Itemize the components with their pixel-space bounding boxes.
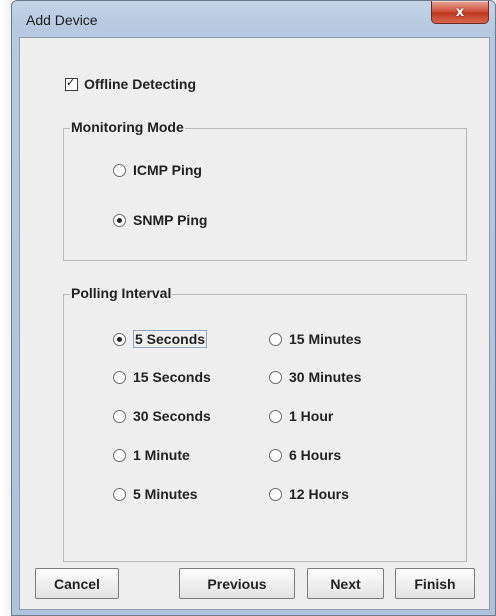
radio-label: SNMP Ping (133, 212, 208, 228)
radio-button-icon[interactable] (113, 409, 126, 423)
radio-15-minutes[interactable]: 15 Minutes (269, 329, 361, 349)
radio-button-icon[interactable] (269, 487, 282, 501)
radio-button-icon[interactable] (269, 448, 282, 462)
radio-5-minutes[interactable]: 5 Minutes (113, 484, 198, 504)
radio-15-seconds[interactable]: 15 Seconds (113, 367, 211, 387)
dialog-title: Add Device (26, 12, 98, 28)
add-device-dialog: Add Device x ✓ Offline Detecting Monitor… (11, 0, 496, 616)
next-button[interactable]: Next (307, 568, 384, 599)
radio-icmp-ping[interactable]: ICMP Ping (113, 160, 202, 180)
finish-button[interactable]: Finish (395, 568, 475, 599)
radio-label: 1 Minute (133, 447, 190, 463)
radio-label: 5 Seconds (133, 330, 208, 348)
offline-detecting-checkbox[interactable]: ✓ Offline Detecting (65, 75, 196, 93)
polling-interval-title: Polling Interval (70, 285, 173, 301)
radio-label: 12 Hours (289, 486, 349, 502)
radio-label: 30 Minutes (289, 369, 362, 385)
previous-button[interactable]: Previous (179, 568, 295, 599)
offline-detecting-label: Offline Detecting (84, 76, 197, 92)
radio-label: 15 Minutes (289, 331, 362, 347)
radio-button-icon[interactable] (113, 163, 126, 177)
radio-button-selected-icon[interactable] (113, 213, 126, 227)
radio-12-hours[interactable]: 12 Hours (269, 484, 349, 504)
polling-interval-group: Polling Interval 5 Seconds 15 Minutes 15… (63, 285, 467, 562)
checkbox-box[interactable]: ✓ (65, 75, 78, 91)
radio-button-icon[interactable] (113, 487, 126, 501)
radio-label: ICMP Ping (133, 162, 202, 178)
radio-button-icon[interactable] (269, 409, 282, 423)
radio-button-icon[interactable] (113, 370, 126, 384)
radio-1-hour[interactable]: 1 Hour (269, 406, 333, 426)
cancel-button[interactable]: Cancel (35, 568, 119, 599)
radio-5-seconds[interactable]: 5 Seconds (113, 329, 208, 349)
radio-30-seconds[interactable]: 30 Seconds (113, 406, 211, 426)
close-button[interactable]: x (431, 1, 489, 24)
radio-button-icon[interactable] (269, 332, 282, 346)
monitoring-mode-title: Monitoring Mode (70, 119, 185, 135)
background-fade (0, 0, 11, 616)
radio-button-icon[interactable] (269, 370, 282, 384)
radio-1-minute[interactable]: 1 Minute (113, 445, 190, 465)
radio-label: 30 Seconds (133, 408, 211, 424)
radio-label: 1 Hour (289, 408, 334, 424)
radio-6-hours[interactable]: 6 Hours (269, 445, 341, 465)
radio-30-minutes[interactable]: 30 Minutes (269, 367, 361, 387)
radio-label: 5 Minutes (133, 486, 198, 502)
close-icon: x (455, 4, 465, 20)
title-bar[interactable]: Add Device x (12, 1, 495, 37)
radio-button-icon[interactable] (113, 448, 126, 462)
radio-label: 15 Seconds (133, 369, 211, 385)
dialog-content: ✓ Offline Detecting Monitoring Mode ICMP… (19, 37, 490, 610)
checkmark-icon: ✓ (66, 75, 76, 89)
monitoring-mode-group: Monitoring Mode ICMP Ping SNMP Ping (63, 119, 467, 261)
radio-button-selected-icon[interactable] (113, 332, 126, 346)
radio-label: 6 Hours (289, 447, 342, 463)
radio-snmp-ping[interactable]: SNMP Ping (113, 210, 207, 230)
